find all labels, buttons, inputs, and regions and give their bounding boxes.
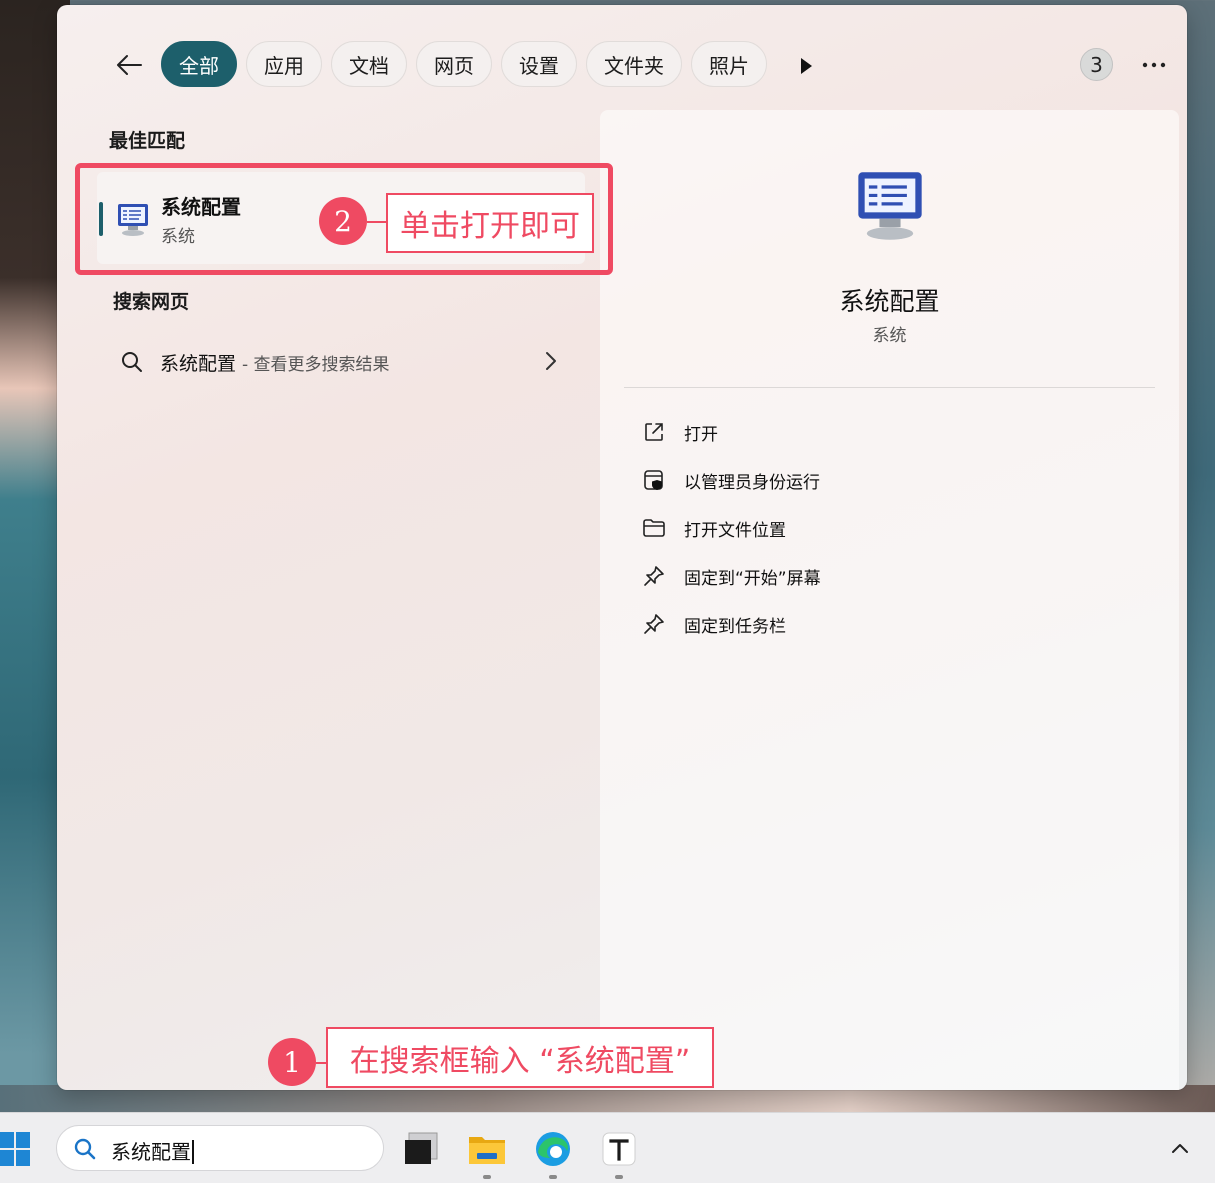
action-label: 打开 [684, 424, 718, 445]
action-label: 固定到“开始”屏幕 [684, 568, 821, 589]
best-match-heading: 最佳匹配 [109, 130, 186, 152]
annotation-step2-label: 单击打开即可 [386, 193, 594, 253]
web-search-heading: 搜索网页 [113, 291, 190, 313]
text-app-icon [602, 1132, 636, 1166]
running-indicator [615, 1175, 623, 1179]
chevron-up-icon [1172, 1144, 1188, 1153]
result-count-badge: 3 [1080, 48, 1113, 81]
running-indicator [483, 1175, 491, 1179]
action-label: 打开文件位置 [684, 520, 786, 541]
search-icon [122, 352, 142, 372]
tab-photos[interactable]: 照片 [691, 41, 767, 87]
more-options-button[interactable] [1136, 50, 1172, 80]
action-open-file-location[interactable]: 打开文件位置 [624, 504, 1155, 552]
back-button[interactable] [110, 46, 148, 84]
taskbar-edge[interactable] [531, 1127, 575, 1179]
action-label: 以管理员身份运行 [684, 472, 820, 493]
show-hidden-icons-button[interactable] [1165, 1133, 1195, 1163]
text-caret [192, 1140, 194, 1164]
shield-admin-icon [644, 470, 663, 490]
divider [624, 387, 1155, 388]
back-arrow-icon [117, 55, 142, 75]
tab-apps[interactable]: 应用 [246, 41, 322, 87]
taskbar-text-app[interactable] [597, 1127, 641, 1179]
tab-web[interactable]: 网页 [416, 41, 492, 87]
play-arrow-icon [801, 58, 812, 74]
search-icon [74, 1138, 96, 1160]
chevron-right-icon [546, 352, 556, 370]
action-list: 打开 以管理员身份运行 打开文件位置 固定到“开始”屏幕 固定到任务栏 [624, 408, 1155, 648]
tab-folders[interactable]: 文件夹 [586, 41, 682, 87]
web-search-result[interactable]: 系统配置 - 查看更多搜索结果 [110, 340, 580, 384]
system-config-large-icon [858, 172, 922, 240]
action-open[interactable]: 打开 [624, 408, 1155, 456]
pin-icon [644, 614, 664, 634]
web-search-query: 系统配置 [160, 352, 237, 375]
folder-icon [643, 519, 665, 537]
file-explorer-icon [469, 1137, 505, 1164]
web-search-hint: - 查看更多搜索结果 [242, 354, 390, 375]
tab-settings[interactable]: 设置 [501, 41, 577, 87]
edge-icon [536, 1132, 570, 1166]
tab-all[interactable]: 全部 [161, 41, 237, 87]
annotation-step1-badge: 1 [268, 1038, 316, 1086]
action-pin-to-start[interactable]: 固定到“开始”屏幕 [624, 552, 1155, 600]
search-query-text: 系统配置 [111, 1140, 191, 1164]
ellipsis-icon [1142, 62, 1166, 68]
running-indicator [549, 1175, 557, 1179]
annotation-connector [367, 221, 387, 223]
annotation-step1-label: 在搜索框输入 “系统配置” [326, 1027, 714, 1088]
taskbar-search-input[interactable]: 系统配置 [56, 1125, 384, 1171]
open-external-icon [645, 423, 663, 441]
pin-icon [644, 566, 664, 586]
task-view-icon [405, 1132, 438, 1164]
taskbar-file-explorer[interactable] [465, 1127, 509, 1179]
preview-pane: 系统配置 系统 打开 以管理员身份运行 打开文件位置 固定到“开始”屏幕 固定到… [600, 110, 1179, 1090]
more-filters-button[interactable] [792, 52, 820, 80]
action-run-as-admin[interactable]: 以管理员身份运行 [624, 456, 1155, 504]
action-pin-to-taskbar[interactable]: 固定到任务栏 [624, 600, 1155, 648]
windows-start-icon[interactable] [0, 1131, 30, 1167]
taskbar-task-view[interactable] [398, 1127, 442, 1171]
filter-tabs: 全部 应用 文档 网页 设置 文件夹 照片 [161, 41, 767, 87]
tab-documents[interactable]: 文档 [331, 41, 407, 87]
preview-subtitle: 系统 [872, 326, 907, 346]
preview-title: 系统配置 [839, 287, 940, 316]
taskbar: 系统配置 [0, 1112, 1215, 1183]
annotation-step2-badge: 2 [319, 197, 367, 245]
action-label: 固定到任务栏 [684, 616, 786, 637]
